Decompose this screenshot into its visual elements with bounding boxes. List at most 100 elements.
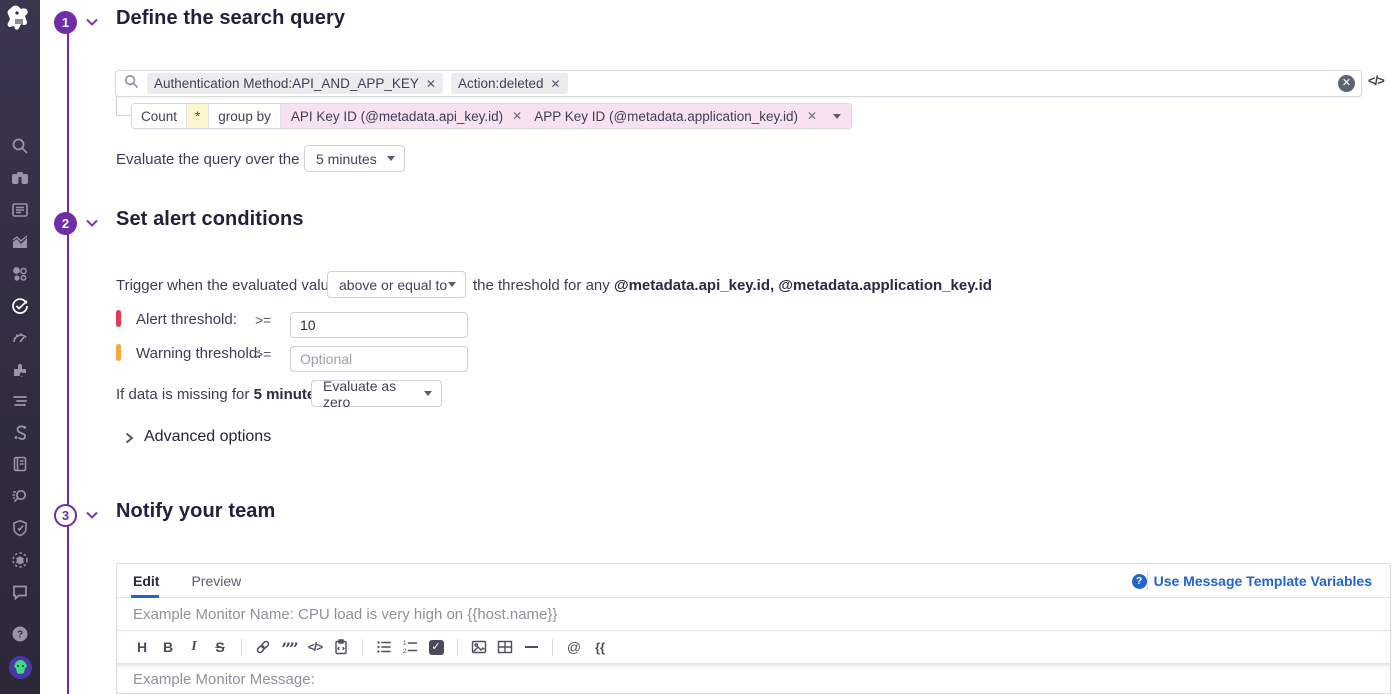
link-icon[interactable] xyxy=(255,638,272,656)
tab-preview[interactable]: Preview xyxy=(191,564,241,598)
inline-code-icon[interactable]: </> xyxy=(307,638,324,656)
traces-icon[interactable] xyxy=(11,423,29,441)
infrastructure-icon[interactable] xyxy=(11,265,29,283)
group-by-tag[interactable]: API Key ID (@metadata.api_key.id) ✕ xyxy=(291,109,534,124)
bold-icon[interactable]: B xyxy=(160,638,177,656)
blockquote-icon[interactable]: ”” xyxy=(281,638,298,656)
trigger-dimensions: @metadata.api_key.id, @metadata.applicat… xyxy=(614,277,992,294)
template-variables-label: Use Message Template Variables xyxy=(1154,573,1372,589)
remove-filter-icon[interactable]: ✕ xyxy=(551,77,561,91)
integrations-icon[interactable] xyxy=(11,361,29,379)
search-icon[interactable] xyxy=(11,137,29,155)
warning-threshold-marker xyxy=(116,344,121,361)
remove-group-tag-icon[interactable]: ✕ xyxy=(512,109,522,123)
trigger-condition-prefix: Trigger when the evaluated value is xyxy=(116,277,352,294)
svg-text:1: 1 xyxy=(403,640,407,647)
apm-gauge-icon[interactable] xyxy=(11,329,29,347)
warning-threshold-input[interactable] xyxy=(290,346,468,372)
unordered-list-icon[interactable] xyxy=(376,638,393,656)
missing-data-dropdown[interactable]: Evaluate as zero xyxy=(311,380,442,407)
group-by-label: group by xyxy=(209,104,281,128)
chevron-down-icon xyxy=(387,156,395,161)
remove-filter-icon[interactable]: ✕ xyxy=(426,77,436,91)
chevron-down-icon xyxy=(424,391,432,396)
heading-icon[interactable]: H xyxy=(134,638,151,656)
monitor-name-input[interactable] xyxy=(117,598,1390,631)
horizontal-rule-icon[interactable] xyxy=(523,638,540,656)
section-title-notify-team: Notify your team xyxy=(116,500,275,523)
task-list-icon[interactable]: ✓ xyxy=(428,638,445,656)
editor-toolbar: H B I S ”” </> 12 ✓ @ {{ xyxy=(117,631,1390,664)
notebooks-icon[interactable] xyxy=(11,455,29,473)
toolbar-divider xyxy=(362,639,363,656)
dropdown-value: 5 minutes xyxy=(316,151,377,167)
section-title-alert-conditions: Set alert conditions xyxy=(116,208,304,231)
strikethrough-icon[interactable]: S xyxy=(212,638,229,656)
code-editor-toggle-icon[interactable]: </> xyxy=(1368,73,1384,88)
remove-group-tag-icon[interactable]: ✕ xyxy=(807,109,817,123)
alert-threshold-marker xyxy=(116,310,121,327)
dashboards-icon[interactable] xyxy=(11,201,29,219)
help-icon[interactable]: ? xyxy=(11,625,29,643)
aggregation-method[interactable]: Count xyxy=(132,104,187,128)
threat-detection-icon[interactable] xyxy=(11,551,29,569)
aggregation-field[interactable]: * xyxy=(187,104,209,128)
chevron-down-icon xyxy=(448,282,456,287)
threshold-for-any-text: the threshold for any xyxy=(473,277,610,294)
mention-icon[interactable]: @ xyxy=(566,638,583,656)
evaluate-window-label: Evaluate the query over the last xyxy=(116,151,327,168)
chevron-down-icon[interactable] xyxy=(84,507,100,523)
image-icon[interactable] xyxy=(471,638,488,656)
watchdog-insights-icon[interactable] xyxy=(11,487,29,505)
code-block-icon[interactable] xyxy=(333,638,350,656)
search-icon xyxy=(124,74,139,94)
tab-edit[interactable]: Edit xyxy=(133,564,159,598)
group-tag-label: APP Key ID (@metadata.application_key.id… xyxy=(534,109,798,124)
italic-icon[interactable]: I xyxy=(186,638,203,656)
toolbar-divider xyxy=(457,639,458,656)
alert-threshold-input[interactable] xyxy=(290,312,468,338)
advanced-options-toggle[interactable]: Advanced options xyxy=(144,428,271,446)
app-sidebar: ? xyxy=(0,0,40,694)
query-filter-tag[interactable]: Action:deleted✕ xyxy=(451,73,568,94)
chat-bubble-icon[interactable] xyxy=(11,583,29,601)
watchdog-binoculars-icon[interactable] xyxy=(11,169,29,187)
toolbar-divider xyxy=(552,639,553,656)
user-avatar[interactable] xyxy=(9,656,32,679)
trigger-condition-suffix: the threshold for any @metadata.api_key.… xyxy=(473,277,992,294)
datadog-logo-icon[interactable] xyxy=(4,3,36,35)
chevron-right-icon[interactable] xyxy=(122,431,136,445)
group-by-tag[interactable]: APP Key ID (@metadata.application_key.id… xyxy=(534,109,829,124)
message-editor: Edit Preview ? Use Message Template Vari… xyxy=(116,563,1391,694)
table-icon[interactable] xyxy=(497,638,514,656)
search-query-bar[interactable]: Authentication Method:API_AND_APP_KEY ✕ A… xyxy=(115,70,1362,97)
evaluate-window-dropdown[interactable]: 5 minutes xyxy=(304,145,405,172)
metrics-icon[interactable] xyxy=(11,233,29,251)
query-filter-tag[interactable]: Authentication Method:API_AND_APP_KEY ✕ xyxy=(147,73,443,94)
ordered-list-icon[interactable]: 12 xyxy=(402,638,419,656)
clear-query-icon[interactable]: ✕ xyxy=(1338,75,1355,92)
warning-threshold-operator: >= xyxy=(255,346,271,362)
step-1-badge: 1 xyxy=(54,11,77,34)
monitors-icon-active[interactable] xyxy=(11,297,29,315)
monitor-message-textarea[interactable]: Example Monitor Message: xyxy=(117,664,1390,694)
group-by-tags[interactable]: API Key ID (@metadata.api_key.id) ✕ APP K… xyxy=(281,104,851,128)
security-shield-icon[interactable] xyxy=(11,519,29,537)
chevron-down-icon[interactable] xyxy=(84,215,100,231)
warning-threshold-label: Warning threshold: xyxy=(136,345,261,362)
template-variables-link[interactable]: ? Use Message Template Variables xyxy=(1132,564,1372,598)
group-by-connector xyxy=(116,96,130,116)
template-braces-icon[interactable]: {{ xyxy=(592,638,609,656)
alert-threshold-label: Alert threshold: xyxy=(136,311,237,328)
aggregation-row: Count * group by API Key ID (@metadata.a… xyxy=(131,103,852,129)
group-tag-label: API Key ID (@metadata.api_key.id) xyxy=(291,109,503,124)
monitor-create-page: ? 1 Define the search query Authenticati… xyxy=(0,0,1400,694)
chevron-down-icon[interactable] xyxy=(84,14,100,30)
trigger-operator-dropdown[interactable]: above or equal to xyxy=(327,271,466,298)
logs-icon[interactable] xyxy=(11,392,29,410)
message-placeholder: Example Monitor Message: xyxy=(133,671,315,688)
alert-threshold-operator: >= xyxy=(255,312,271,328)
filter-label: Authentication Method:API_AND_APP_KEY xyxy=(154,76,419,91)
svg-text:2: 2 xyxy=(403,648,407,655)
chevron-down-icon[interactable] xyxy=(833,114,841,119)
